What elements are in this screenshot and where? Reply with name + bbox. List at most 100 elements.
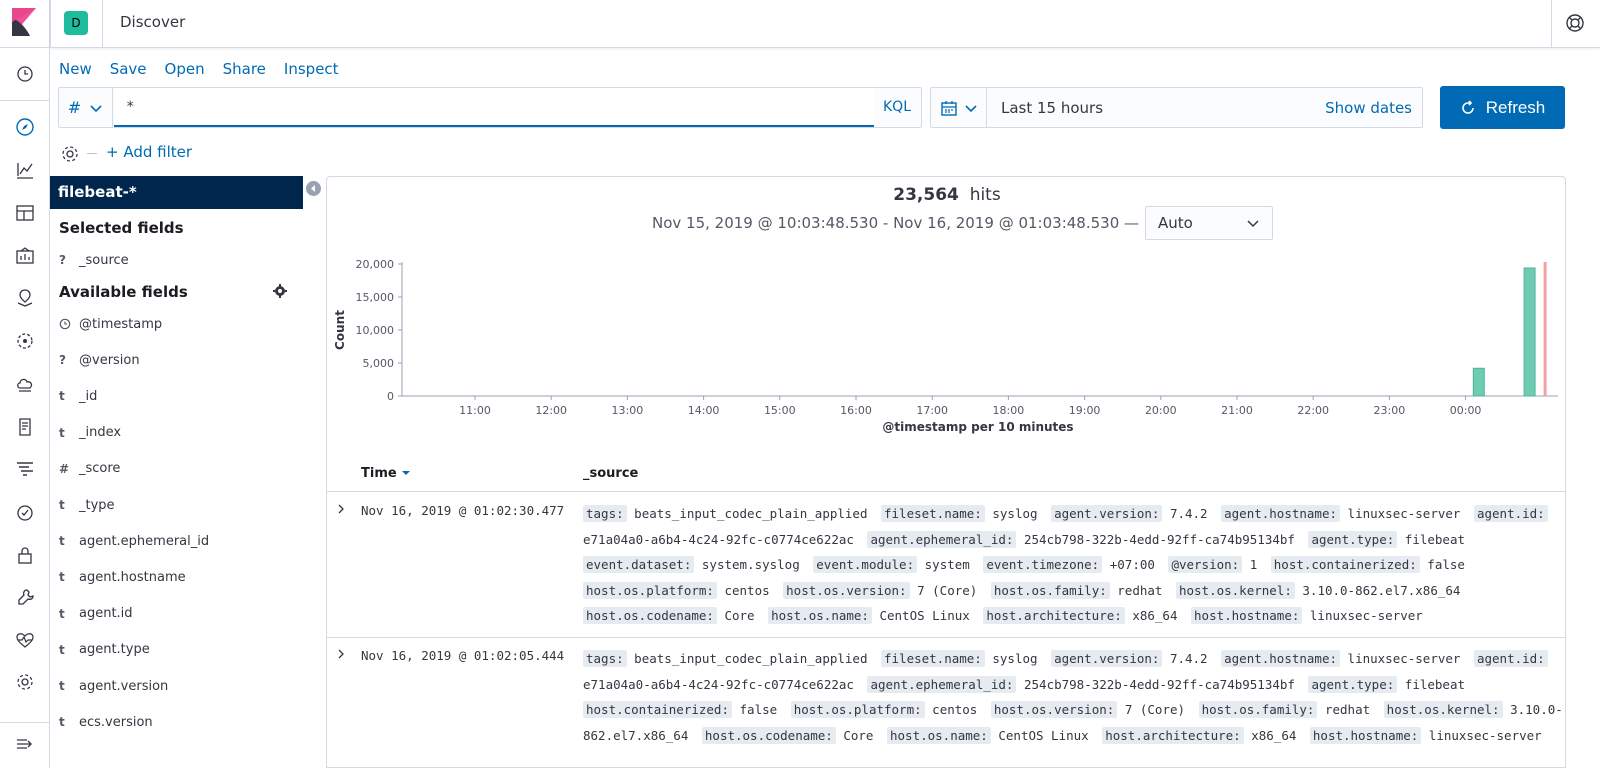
show-dates-link[interactable]: Show dates bbox=[1325, 99, 1412, 117]
source-field-value: filebeat bbox=[1404, 531, 1466, 547]
expand-row-chevron-right-icon[interactable] bbox=[335, 648, 347, 660]
source-field-key: host.os.codename: bbox=[583, 607, 717, 624]
source-field-value: linuxsec-server bbox=[1347, 506, 1461, 521]
source-field-key: agent.hostname: bbox=[1221, 505, 1341, 522]
maps-icon[interactable] bbox=[13, 286, 37, 310]
management-gear-icon[interactable] bbox=[13, 670, 37, 694]
expand-row-chevron-right-icon[interactable] bbox=[335, 503, 347, 515]
field-item[interactable]: t agent.type bbox=[59, 639, 150, 661]
source-field-value: beats_input_codec_plain_applied bbox=[634, 506, 868, 521]
source-field-value: syslog bbox=[992, 506, 1038, 521]
column-header-time[interactable]: Time bbox=[361, 466, 411, 481]
field-name: _id bbox=[79, 388, 98, 404]
field-item[interactable]: ? _source bbox=[59, 249, 129, 271]
date-picker: Last 15 hours Show dates bbox=[930, 87, 1423, 128]
doc-source: tags: beats_input_codec_plain_applied fi… bbox=[583, 501, 1563, 629]
time-range-label[interactable]: Last 15 hours bbox=[1001, 99, 1103, 117]
source-field-value: CentOS Linux bbox=[879, 608, 970, 623]
quick-select-button[interactable] bbox=[931, 88, 987, 127]
field-settings-gear-icon[interactable] bbox=[273, 284, 287, 298]
uptime-icon[interactable] bbox=[13, 500, 37, 524]
available-fields-heading: Available fields bbox=[59, 283, 188, 301]
source-field-key: host.hostname: bbox=[1191, 607, 1303, 624]
menu-inspect[interactable]: Inspect bbox=[284, 60, 339, 78]
field-item[interactable]: t agent.version bbox=[59, 675, 168, 697]
kibana-logo-icon[interactable] bbox=[12, 8, 36, 36]
field-item[interactable]: t _type bbox=[59, 494, 115, 516]
interval-select[interactable]: Auto bbox=[1145, 206, 1274, 240]
infrastructure-icon[interactable] bbox=[13, 372, 37, 396]
field-item[interactable]: t ecs.version bbox=[59, 711, 153, 733]
dev-tools-wrench-icon[interactable] bbox=[13, 586, 37, 610]
hits-label: hits bbox=[969, 185, 1001, 205]
source-field-key: agent.id: bbox=[1473, 650, 1548, 667]
source-field-key: host.containerized: bbox=[583, 701, 732, 718]
source-field-key: fileset.name: bbox=[881, 505, 985, 522]
kql-toggle[interactable]: KQL bbox=[883, 99, 911, 115]
field-item[interactable]: t agent.id bbox=[59, 603, 133, 625]
field-type-unknown-icon: ? bbox=[59, 253, 66, 267]
field-item[interactable]: t _index bbox=[59, 422, 121, 444]
x-tick-label: 22:00 bbox=[1297, 404, 1329, 417]
nav-divider bbox=[0, 100, 50, 101]
column-header-source: _source bbox=[583, 466, 639, 481]
source-field-value: centos bbox=[932, 702, 978, 717]
field-item[interactable]: @timestamp bbox=[59, 313, 162, 335]
collapse-sidebar-button[interactable] bbox=[306, 181, 321, 196]
source-field-key: host.containerized: bbox=[1270, 556, 1420, 573]
field-item[interactable]: t agent.ephemeral_id bbox=[59, 530, 209, 552]
source-field-key: host.architecture: bbox=[1102, 726, 1244, 744]
source-field-value: 3.10.0-862.el7.x86_64 bbox=[1302, 582, 1461, 598]
field-type-string-icon: t bbox=[59, 425, 65, 440]
logs-icon[interactable] bbox=[13, 415, 37, 439]
table-row: Nov 16, 2019 @ 01:02:30.477 tags: beats_i… bbox=[326, 493, 1566, 638]
source-field-value: 7 (Core) bbox=[917, 582, 978, 598]
left-nav bbox=[0, 0, 50, 768]
source-field-value: false bbox=[1427, 557, 1465, 572]
source-field-value: x86_64 bbox=[1251, 727, 1297, 743]
field-type-number-icon: # bbox=[59, 461, 70, 476]
query-bar: # KQL bbox=[58, 87, 922, 128]
field-type-string-icon: t bbox=[59, 389, 65, 404]
source-field-key: event.timezone: bbox=[983, 556, 1103, 573]
space-avatar[interactable]: D bbox=[64, 11, 88, 35]
refresh-button[interactable]: Refresh bbox=[1440, 86, 1565, 129]
siem-lock-icon[interactable] bbox=[13, 543, 37, 567]
discover-compass-icon[interactable] bbox=[13, 115, 37, 139]
help-lifebuoy-icon[interactable] bbox=[1564, 12, 1586, 34]
menu-share[interactable]: Share bbox=[223, 60, 266, 78]
dashboard-icon[interactable] bbox=[13, 201, 37, 225]
field-item[interactable]: # _score bbox=[59, 458, 120, 480]
field-item[interactable]: t agent.hostname bbox=[59, 566, 186, 588]
source-field-key: tags: bbox=[583, 650, 627, 667]
query-language-menu-button[interactable]: # bbox=[59, 88, 113, 127]
menu-open[interactable]: Open bbox=[165, 60, 205, 78]
search-query-input[interactable] bbox=[114, 88, 874, 127]
source-field-key: host.os.name: bbox=[887, 726, 991, 744]
index-pattern-selector[interactable]: filebeat-* bbox=[50, 176, 303, 209]
top-nav-menu: New Save Open Share Inspect bbox=[59, 60, 339, 78]
add-filter-button[interactable]: + Add filter bbox=[106, 143, 192, 161]
time-range-row: Nov 15, 2019 @ 10:03:48.530 - Nov 16, 20… bbox=[652, 206, 1274, 240]
monitoring-heartbeat-icon[interactable] bbox=[13, 628, 37, 652]
filter-options-gear-icon[interactable] bbox=[60, 144, 80, 164]
now-marker-line bbox=[1543, 262, 1547, 396]
visualize-chart-icon[interactable] bbox=[13, 158, 37, 182]
recently-viewed-clock-icon[interactable] bbox=[13, 62, 37, 86]
menu-save[interactable]: Save bbox=[110, 60, 147, 78]
field-item[interactable]: t _id bbox=[59, 385, 97, 407]
canvas-icon[interactable] bbox=[13, 244, 37, 268]
field-item[interactable]: ? @version bbox=[59, 349, 140, 371]
x-tick-label: 19:00 bbox=[1069, 404, 1101, 417]
field-type-string-icon: t bbox=[59, 570, 65, 585]
menu-new[interactable]: New bbox=[59, 60, 92, 78]
source-field-value: x86_64 bbox=[1132, 608, 1178, 623]
dock-navigation-icon[interactable] bbox=[13, 732, 37, 756]
chevron-left-icon bbox=[311, 185, 315, 192]
calendar-icon bbox=[940, 100, 957, 116]
apm-icon[interactable] bbox=[13, 457, 37, 481]
machine-learning-icon[interactable] bbox=[13, 329, 37, 353]
source-field-key: @version: bbox=[1168, 556, 1243, 573]
source-field-value: syslog bbox=[992, 651, 1038, 666]
source-field-value: 7 (Core) bbox=[1124, 702, 1186, 717]
